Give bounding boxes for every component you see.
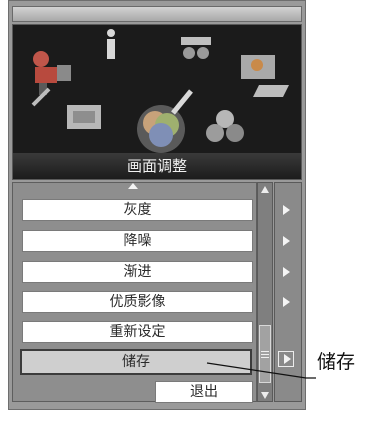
category-icons bbox=[31, 29, 289, 153]
submenu-arrow-icon[interactable] bbox=[283, 236, 290, 246]
submenu-arrow-column bbox=[274, 182, 302, 402]
category-title: 画面调整 bbox=[13, 153, 301, 179]
scrollbar-down-arrow-icon[interactable] bbox=[261, 392, 269, 399]
top-bar bbox=[12, 6, 302, 22]
picture-adjust-icon bbox=[137, 89, 193, 153]
exit-button[interactable]: 退出 bbox=[155, 381, 253, 403]
info-icon bbox=[107, 29, 115, 59]
category-banner: 画面调整 bbox=[12, 24, 302, 180]
callout-label: 储存 bbox=[317, 351, 356, 373]
menu-item-reset[interactable]: 重新设定 bbox=[22, 321, 253, 343]
submenu-arrow-icon[interactable] bbox=[284, 354, 291, 364]
menu-item-gamma[interactable]: 灰度 bbox=[22, 199, 253, 221]
scrollbar-grip-icon bbox=[261, 351, 269, 358]
menu-item-noise-reduction[interactable]: 降噪 bbox=[22, 230, 253, 252]
color-icon bbox=[206, 110, 244, 142]
display-icon bbox=[241, 55, 289, 97]
keystone-icon bbox=[67, 105, 101, 129]
submenu-arrow-icon[interactable] bbox=[283, 205, 290, 215]
scrollbar-up-arrow-icon[interactable] bbox=[261, 186, 269, 193]
lens-icon bbox=[181, 37, 211, 59]
service-icon bbox=[31, 51, 71, 107]
menu-item-progressive[interactable]: 渐进 bbox=[22, 261, 253, 283]
menu-item-quality-image[interactable]: 优质影像 bbox=[22, 291, 253, 313]
scroll-up-indicator-icon bbox=[128, 183, 138, 189]
submenu-arrow-icon[interactable] bbox=[283, 297, 290, 307]
menu-item-save[interactable]: 储存 bbox=[20, 349, 252, 375]
submenu-arrow-icon[interactable] bbox=[283, 267, 290, 277]
